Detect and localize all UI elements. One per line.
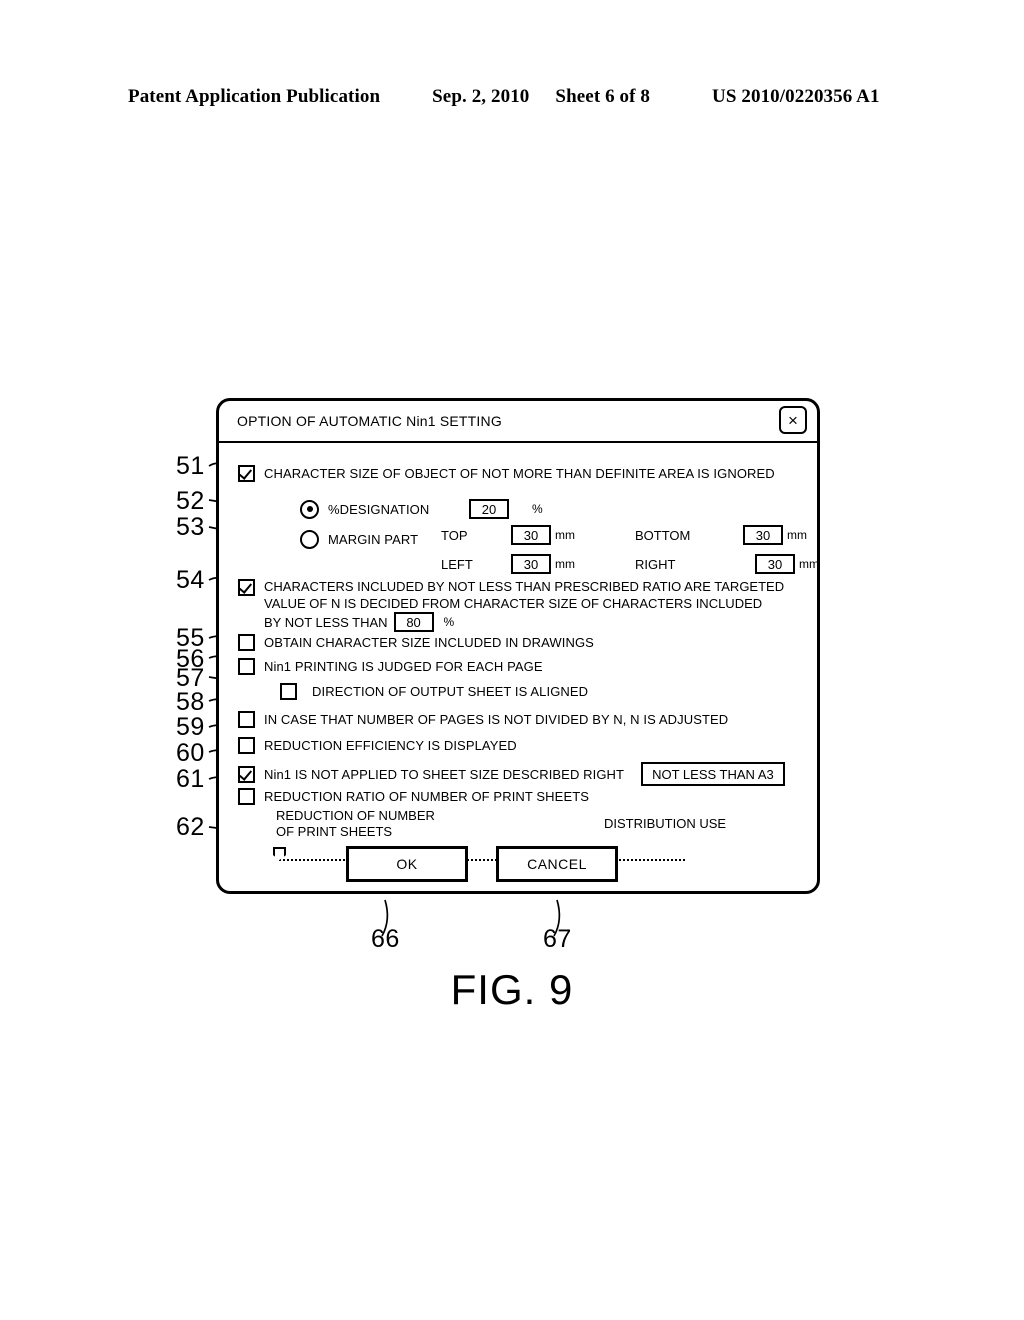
sheet-number: Sheet 6 of 8: [555, 86, 651, 107]
slider-label-distribution: DISTRIBUTION USE: [604, 816, 727, 831]
ref-numeral-67: 67: [543, 925, 572, 953]
checkbox-prescribed-ratio[interactable]: [238, 579, 255, 596]
label-prescribed-ratio-line1: CHARACTERS INCLUDED BY NOT LESS THAN PRE…: [264, 579, 785, 594]
option-row-sheet-size-exclusion[interactable]: Nin1 IS NOT APPLIED TO SHEET SIZE DESCRI…: [238, 762, 785, 786]
radio-margin-part[interactable]: [300, 530, 319, 549]
label-prescribed-ratio-line3: BY NOT LESS THAN: [264, 614, 388, 630]
select-sheet-size[interactable]: NOT LESS THAN A3: [641, 762, 785, 786]
input-margin-left[interactable]: 30: [511, 554, 551, 574]
ok-button[interactable]: OK: [346, 846, 468, 882]
close-icon[interactable]: ×: [779, 406, 807, 434]
label-character-size-ignored: CHARACTER SIZE OF OBJECT OF NOT MORE THA…: [264, 466, 775, 481]
option-row-nin1-judged-each-page[interactable]: Nin1 PRINTING IS JUDGED FOR EACH PAGE: [238, 658, 543, 675]
unit-prescribed-ratio: %: [443, 614, 455, 629]
ref-numeral-59: 59: [176, 713, 205, 741]
ref-numeral-66: 66: [371, 925, 400, 953]
unit-margin-left: mm: [555, 557, 575, 571]
label-pages-not-divided: IN CASE THAT NUMBER OF PAGES IS NOT DIVI…: [264, 712, 729, 727]
checkbox-reduction-efficiency[interactable]: [238, 737, 255, 754]
ref-numeral-62: 62: [176, 813, 205, 841]
option-row-reduction-ratio[interactable]: REDUCTION RATIO OF NUMBER OF PRINT SHEET…: [238, 788, 589, 805]
option-row-direction-aligned[interactable]: DIRECTION OF OUTPUT SHEET IS ALIGNED: [280, 683, 588, 700]
label-reduction-efficiency: REDUCTION EFFICIENCY IS DISPLAYED: [264, 738, 517, 753]
option-row-reduction-efficiency[interactable]: REDUCTION EFFICIENCY IS DISPLAYED: [238, 737, 517, 754]
input-margin-bottom[interactable]: 30: [743, 525, 783, 545]
input-percent-designation[interactable]: 20: [469, 499, 509, 519]
input-prescribed-ratio[interactable]: 80: [393, 612, 434, 632]
label-nin1-judged-each-page: Nin1 PRINTING IS JUDGED FOR EACH PAGE: [264, 659, 543, 674]
label-margin-left: LEFT: [441, 556, 473, 572]
label-reduction-ratio: REDUCTION RATIO OF NUMBER OF PRINT SHEET…: [264, 789, 590, 804]
checkbox-obtain-character-size[interactable]: [238, 634, 255, 651]
input-margin-right[interactable]: 30: [755, 554, 795, 574]
ref-numeral-61: 61: [176, 765, 205, 793]
figure-caption: FIG. 9: [450, 966, 574, 1013]
checkbox-pages-not-divided[interactable]: [238, 711, 255, 728]
label-margin-part: MARGIN PART: [328, 532, 419, 547]
dialog-titlebar: OPTION OF AUTOMATIC Nin1 SETTING ×: [219, 401, 817, 443]
label-obtain-character-size: OBTAIN CHARACTER SIZE INCLUDED IN DRAWIN…: [264, 635, 594, 650]
ref-numeral-52: 52: [176, 487, 205, 515]
publication-label: Patent Application Publication: [128, 86, 381, 107]
margin-value-grid: TOP 30 mm BOTTOM 30 mm LEFT 30 mm RIGHT …: [441, 525, 819, 574]
option-settings-dialog: OPTION OF AUTOMATIC Nin1 SETTING × CHARA…: [216, 398, 820, 894]
unit-percent: %: [532, 502, 543, 516]
radio-percent-designation[interactable]: [300, 499, 319, 519]
unit-margin-bottom: mm: [787, 528, 807, 542]
slider-label-reduction: REDUCTION OF NUMBER OF PRINT SHEETS: [276, 808, 435, 839]
patent-number: US 2010/0220356 A1: [712, 86, 880, 107]
label-margin-right: RIGHT: [635, 556, 676, 572]
option-row-percent-designation[interactable]: %DESIGNATION 20 %: [300, 499, 543, 519]
ref-numeral-53: 53: [176, 513, 205, 541]
publication-date: Sep. 2, 2010: [432, 86, 530, 107]
patent-page-header: Patent Application Publication Sep. 2, 2…: [128, 86, 896, 108]
unit-margin-right: mm: [799, 557, 819, 571]
option-row-margin-part[interactable]: MARGIN PART: [300, 530, 418, 549]
label-direction-aligned: DIRECTION OF OUTPUT SHEET IS ALIGNED: [312, 684, 589, 699]
checkbox-sheet-size-exclusion[interactable]: [238, 765, 255, 783]
label-percent-designation: %DESIGNATION: [328, 501, 430, 517]
ref-numeral-60: 60: [176, 739, 205, 767]
label-margin-top: TOP: [441, 527, 468, 543]
slider-track[interactable]: [279, 859, 685, 861]
unit-margin-top: mm: [555, 528, 575, 542]
option-row-obtain-character-size[interactable]: OBTAIN CHARACTER SIZE INCLUDED IN DRAWIN…: [238, 634, 594, 651]
dialog-title: OPTION OF AUTOMATIC Nin1 SETTING: [237, 413, 502, 429]
label-prescribed-ratio-line2: VALUE OF N IS DECIDED FROM CHARACTER SIZ…: [264, 596, 763, 611]
checkbox-direction-aligned[interactable]: [280, 683, 297, 700]
option-row-character-size-ignored[interactable]: CHARACTER SIZE OF OBJECT OF NOT MORE THA…: [238, 465, 775, 482]
input-margin-top[interactable]: 30: [511, 525, 551, 545]
checkbox-nin1-judged-each-page[interactable]: [238, 658, 255, 675]
cancel-button[interactable]: CANCEL: [496, 846, 618, 882]
checkbox-reduction-ratio[interactable]: [238, 788, 255, 805]
option-row-pages-not-divided[interactable]: IN CASE THAT NUMBER OF PAGES IS NOT DIVI…: [238, 711, 728, 728]
label-margin-bottom: BOTTOM: [635, 527, 691, 543]
label-sheet-size-exclusion: Nin1 IS NOT APPLIED TO SHEET SIZE DESCRI…: [264, 766, 625, 782]
ref-numeral-54: 54: [176, 566, 205, 594]
ref-numeral-51: 51: [176, 452, 205, 480]
option-row-prescribed-ratio[interactable]: CHARACTERS INCLUDED BY NOT LESS THAN PRE…: [238, 578, 784, 632]
checkbox-character-size-ignored[interactable]: [238, 465, 255, 482]
dialog-body: CHARACTER SIZE OF OBJECT OF NOT MORE THA…: [219, 443, 819, 894]
